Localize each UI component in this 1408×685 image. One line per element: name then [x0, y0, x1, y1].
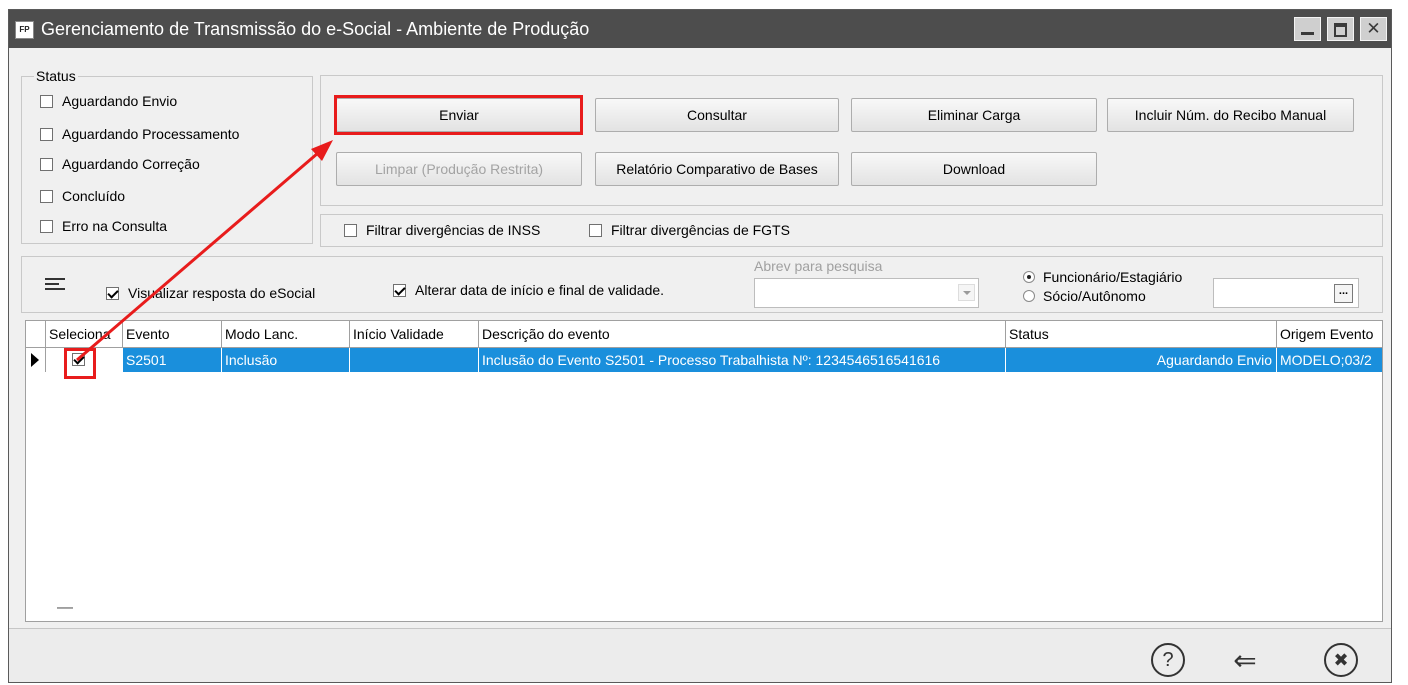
back-arrow-icon[interactable]: ⇐: [1228, 643, 1262, 677]
close-circle-icon[interactable]: ✖: [1324, 643, 1358, 677]
annotation-arrow: [76, 140, 333, 362]
help-icon[interactable]: ?: [1151, 643, 1185, 677]
main-window: FP Gerenciamento de Transmissão do e-Soc…: [8, 9, 1392, 683]
arrow-line: [76, 145, 326, 362]
footer-bar: ? ⇐ ✖: [9, 628, 1391, 682]
